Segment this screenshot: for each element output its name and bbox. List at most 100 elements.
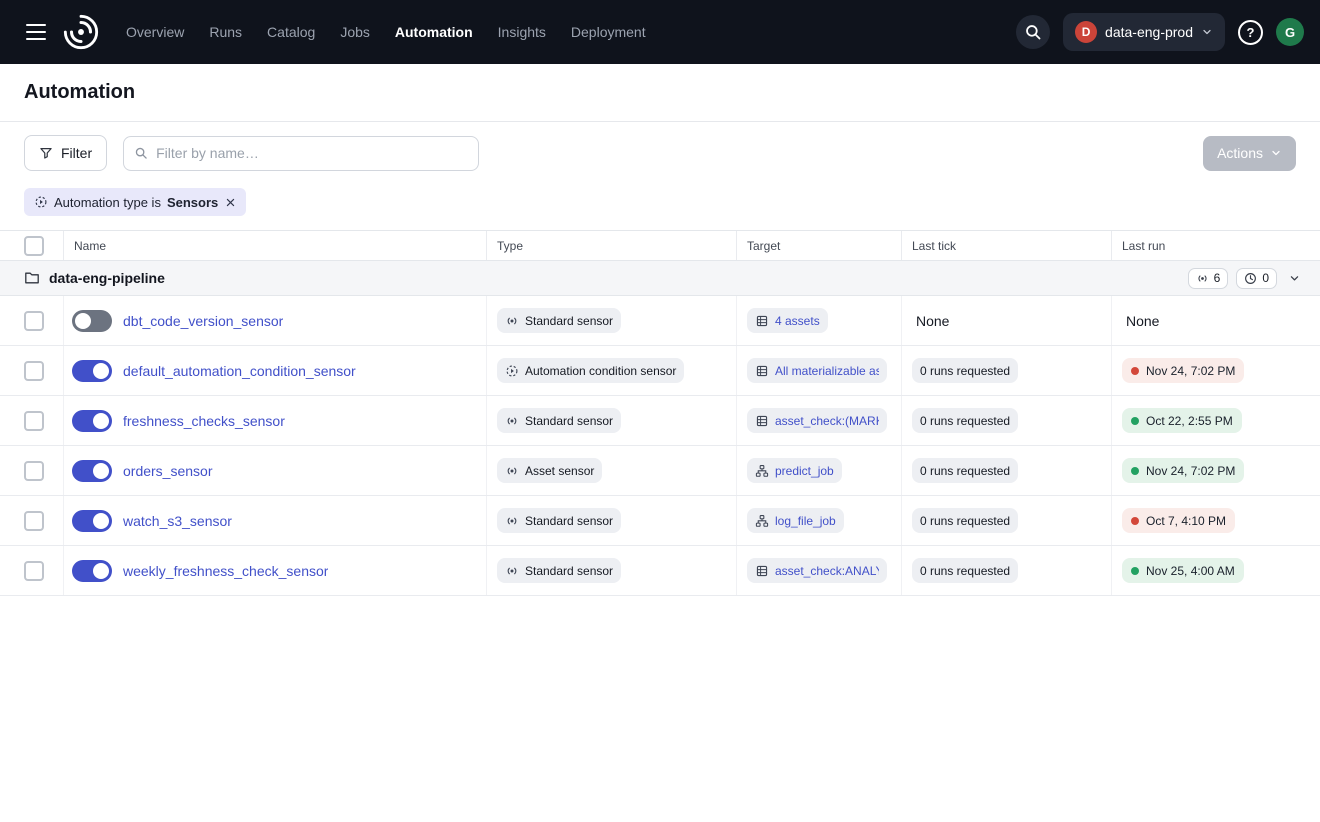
sensor-toggle[interactable]: [72, 560, 112, 582]
last-run-chip[interactable]: Nov 25, 4:00 AM: [1122, 558, 1244, 583]
target-cell: asset_check:ANALY: [737, 546, 902, 595]
type-label: Asset sensor: [525, 464, 594, 478]
select-all-cell: [0, 231, 64, 260]
last-run-chip[interactable]: Nov 24, 7:02 PM: [1122, 458, 1244, 483]
target-chip[interactable]: predict_job: [747, 458, 842, 483]
type-cell: Asset sensor: [487, 446, 737, 495]
target-label: log_file_job: [775, 514, 836, 528]
name-cell: orders_sensor: [64, 446, 487, 495]
hamburger-icon: [26, 24, 46, 26]
chevron-down-icon: [1201, 26, 1213, 38]
last-tick-label: 0 runs requested: [920, 464, 1010, 478]
column-header-target: Target: [737, 231, 902, 260]
page-header: Automation: [0, 64, 1320, 122]
target-label: asset_check:(MARK: [775, 414, 879, 428]
table-row: weekly_freshness_check_sensor Standard s…: [0, 546, 1320, 596]
filter-button[interactable]: Filter: [24, 135, 107, 171]
select-all-checkbox[interactable]: [24, 236, 44, 256]
last-tick-cell: 0 runs requested: [902, 446, 1112, 495]
sensor-toggle[interactable]: [72, 360, 112, 382]
column-header-name: Name: [64, 231, 487, 260]
sensor-toggle[interactable]: [72, 510, 112, 532]
sensor-name-link[interactable]: freshness_checks_sensor: [123, 413, 285, 429]
type-label: Standard sensor: [525, 514, 613, 528]
checkbox-cell: [0, 546, 64, 595]
menu-button[interactable]: [16, 12, 56, 52]
last-run-label: Nov 25, 4:00 AM: [1146, 564, 1235, 578]
remove-filter-button[interactable]: [225, 197, 236, 208]
sensor-name-link[interactable]: orders_sensor: [123, 463, 213, 479]
sensor-toggle[interactable]: [72, 410, 112, 432]
status-dot-icon: [1131, 567, 1139, 575]
search-button[interactable]: [1016, 15, 1050, 49]
nav-item-runs[interactable]: Runs: [209, 24, 242, 40]
target-chip[interactable]: log_file_job: [747, 508, 844, 533]
sensor-toggle[interactable]: [72, 460, 112, 482]
last-run-chip[interactable]: Oct 7, 4:10 PM: [1122, 508, 1235, 533]
last-run-label: Oct 22, 2:55 PM: [1146, 414, 1233, 428]
name-cell: watch_s3_sensor: [64, 496, 487, 545]
nav-item-insights[interactable]: Insights: [498, 24, 546, 40]
sensor-name-link[interactable]: watch_s3_sensor: [123, 513, 232, 529]
nav-item-catalog[interactable]: Catalog: [267, 24, 315, 40]
target-cell: log_file_job: [737, 496, 902, 545]
row-checkbox[interactable]: [24, 411, 44, 431]
clock-icon: [1244, 272, 1257, 285]
last-run-chip[interactable]: Oct 22, 2:55 PM: [1122, 408, 1242, 433]
sensor-icon: [505, 314, 519, 328]
target-chip[interactable]: 4 assets: [747, 308, 828, 333]
filter-tag-value: Sensors: [167, 195, 218, 210]
row-checkbox[interactable]: [24, 311, 44, 331]
actions-button[interactable]: Actions: [1203, 136, 1296, 171]
last-tick-cell: 0 runs requested: [902, 546, 1112, 595]
type-cell: Standard sensor: [487, 296, 737, 345]
nav-item-overview[interactable]: Overview: [126, 24, 184, 40]
row-checkbox[interactable]: [24, 361, 44, 381]
sensor-name-link[interactable]: weekly_freshness_check_sensor: [123, 563, 328, 579]
toggle-knob-icon: [93, 563, 109, 579]
type-chip: Automation condition sensor: [497, 358, 684, 383]
last-run-cell: Nov 25, 4:00 AM: [1112, 546, 1320, 595]
group-name: data-eng-pipeline: [49, 270, 165, 286]
nav-item-deployment[interactable]: Deployment: [571, 24, 646, 40]
target-cell: asset_check:(MARK: [737, 396, 902, 445]
group-row: data-eng-pipeline 6 0: [0, 261, 1320, 296]
sensor-toggle[interactable]: [72, 310, 112, 332]
row-checkbox[interactable]: [24, 511, 44, 531]
toggle-knob-icon: [93, 413, 109, 429]
sensor-count: 6: [1214, 271, 1221, 285]
collapse-group-button[interactable]: [1285, 269, 1304, 288]
last-run-cell: Oct 7, 4:10 PM: [1112, 496, 1320, 545]
help-button[interactable]: ?: [1238, 20, 1263, 45]
name-filter-input[interactable]: [156, 145, 468, 161]
asset-icon: [755, 364, 769, 378]
last-run-label: Nov 24, 7:02 PM: [1146, 364, 1235, 378]
row-checkbox[interactable]: [24, 561, 44, 581]
last-run-cell: Nov 24, 7:02 PM: [1112, 346, 1320, 395]
type-chip: Standard sensor: [497, 508, 621, 533]
last-tick-label: 0 runs requested: [920, 514, 1010, 528]
last-tick-cell: None: [902, 296, 1112, 345]
nav-item-automation[interactable]: Automation: [395, 24, 473, 40]
sensor-name-link[interactable]: dbt_code_version_sensor: [123, 313, 283, 329]
type-cell: Standard sensor: [487, 396, 737, 445]
target-chip[interactable]: asset_check:ANALY: [747, 558, 887, 583]
type-label: Automation condition sensor: [525, 364, 676, 378]
last-run-cell: Oct 22, 2:55 PM: [1112, 396, 1320, 445]
target-chip[interactable]: All materializable as: [747, 358, 887, 383]
automation-icon: [505, 364, 519, 378]
sensor-name-link[interactable]: default_automation_condition_sensor: [123, 363, 356, 379]
column-header-last-tick: Last tick: [902, 231, 1112, 260]
last-tick-chip: 0 runs requested: [912, 458, 1018, 483]
row-checkbox[interactable]: [24, 461, 44, 481]
deployment-switcher[interactable]: D data-eng-prod: [1063, 13, 1225, 51]
funnel-icon: [39, 146, 53, 160]
last-tick-cell: 0 runs requested: [902, 496, 1112, 545]
user-avatar[interactable]: G: [1276, 18, 1304, 46]
status-dot-icon: [1131, 467, 1139, 475]
schedule-count: 0: [1262, 271, 1269, 285]
deployment-name: data-eng-prod: [1105, 24, 1193, 40]
last-run-chip[interactable]: Nov 24, 7:02 PM: [1122, 358, 1244, 383]
nav-item-jobs[interactable]: Jobs: [340, 24, 370, 40]
target-chip[interactable]: asset_check:(MARK: [747, 408, 887, 433]
